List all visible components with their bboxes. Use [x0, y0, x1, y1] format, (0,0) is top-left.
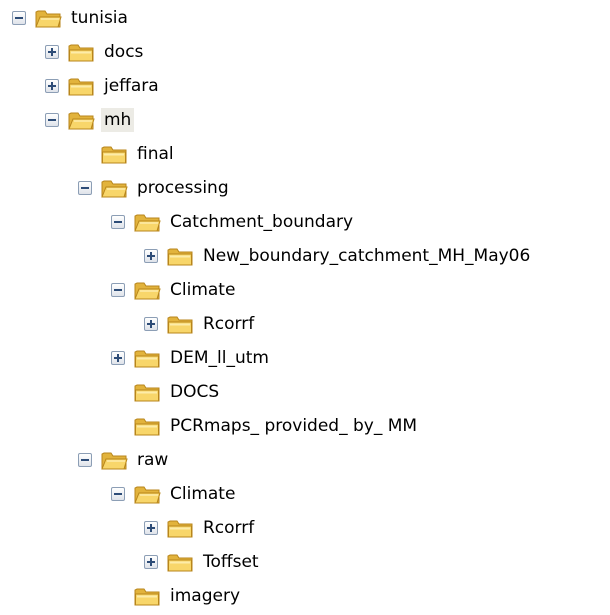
- minus-box-icon[interactable]: [78, 453, 92, 467]
- tree-node-label[interactable]: DEM_ll_utm: [167, 346, 272, 370]
- minus-box-icon[interactable]: [12, 11, 26, 25]
- folder-icon: [68, 78, 94, 96]
- tree-node-label[interactable]: New_boundary_catchment_MH_May06: [200, 244, 533, 268]
- tree-node-label[interactable]: Rcorrf: [200, 516, 257, 540]
- folder-open-icon: [134, 214, 161, 232]
- tree-node[interactable]: DEM_ll_utm: [111, 341, 272, 375]
- plus-box-icon[interactable]: [144, 249, 158, 263]
- tree-node[interactable]: Climate: [111, 273, 238, 307]
- folder-tree: tunisia docs jeffara mh final processing Catch…: [0, 0, 610, 615]
- plus-box-icon[interactable]: [144, 555, 158, 569]
- tree-node[interactable]: jeffara: [45, 69, 162, 103]
- plus-box-icon[interactable]: [45, 79, 59, 93]
- folder-open-icon: [35, 10, 62, 28]
- tree-node[interactable]: processing: [78, 171, 232, 205]
- plus-box-icon[interactable]: [111, 351, 125, 365]
- tree-node-label[interactable]: final: [134, 142, 177, 166]
- tree-node[interactable]: Toffset: [144, 545, 262, 579]
- tree-node[interactable]: tunisia: [12, 1, 131, 35]
- tree-node-label[interactable]: Climate: [167, 482, 238, 506]
- tree-node[interactable]: Rcorrf: [144, 307, 257, 341]
- folder-open-icon: [134, 282, 161, 300]
- minus-box-icon[interactable]: [111, 215, 125, 229]
- tree-node-label[interactable]: Toffset: [200, 550, 262, 574]
- tree-node[interactable]: final: [78, 137, 177, 171]
- plus-box-icon[interactable]: [144, 521, 158, 535]
- tree-node-label[interactable]: jeffara: [101, 74, 162, 98]
- tree-node[interactable]: Rcorrf: [144, 511, 257, 545]
- folder-icon: [167, 554, 193, 572]
- tree-node[interactable]: Climate: [111, 477, 238, 511]
- folder-icon: [167, 520, 193, 538]
- tree-node-label[interactable]: processing: [134, 176, 232, 200]
- folder-icon: [68, 44, 94, 62]
- folder-open-icon: [101, 180, 128, 198]
- tree-node[interactable]: imagery: [111, 579, 243, 613]
- tree-node[interactable]: mh: [45, 103, 135, 137]
- tree-node-label[interactable]: raw: [134, 448, 171, 472]
- tree-node-label[interactable]: PCRmaps_ provided_ by_ MM: [167, 414, 420, 438]
- folder-open-icon: [101, 452, 128, 470]
- tree-node-label[interactable]: DOCS: [167, 380, 222, 404]
- minus-box-icon[interactable]: [111, 283, 125, 297]
- folder-icon: [101, 146, 127, 164]
- tree-node-label[interactable]: docs: [101, 40, 146, 64]
- tree-node-label[interactable]: mh: [101, 108, 135, 132]
- folder-icon: [134, 418, 160, 436]
- plus-box-icon[interactable]: [144, 317, 158, 331]
- tree-node-label[interactable]: Rcorrf: [200, 312, 257, 336]
- tree-node-label[interactable]: Catchment_boundary: [167, 210, 356, 234]
- plus-box-icon[interactable]: [45, 45, 59, 59]
- minus-box-icon[interactable]: [78, 181, 92, 195]
- folder-open-icon: [134, 486, 161, 504]
- folder-icon: [134, 384, 160, 402]
- tree-node-label[interactable]: tunisia: [68, 6, 131, 30]
- tree-node[interactable]: DOCS: [111, 375, 222, 409]
- folder-icon: [134, 350, 160, 368]
- tree-node[interactable]: docs: [45, 35, 146, 69]
- tree-node-label[interactable]: imagery: [167, 584, 243, 608]
- tree-node[interactable]: Catchment_boundary: [111, 205, 356, 239]
- folder-icon: [134, 588, 160, 606]
- minus-box-icon[interactable]: [111, 487, 125, 501]
- tree-node[interactable]: New_boundary_catchment_MH_May06: [144, 239, 533, 273]
- tree-node[interactable]: raw: [78, 443, 171, 477]
- folder-icon: [167, 316, 193, 334]
- folder-icon: [167, 248, 193, 266]
- folder-open-icon: [68, 112, 95, 130]
- minus-box-icon[interactable]: [45, 113, 59, 127]
- tree-node[interactable]: PCRmaps_ provided_ by_ MM: [111, 409, 420, 443]
- tree-node-label[interactable]: Climate: [167, 278, 238, 302]
